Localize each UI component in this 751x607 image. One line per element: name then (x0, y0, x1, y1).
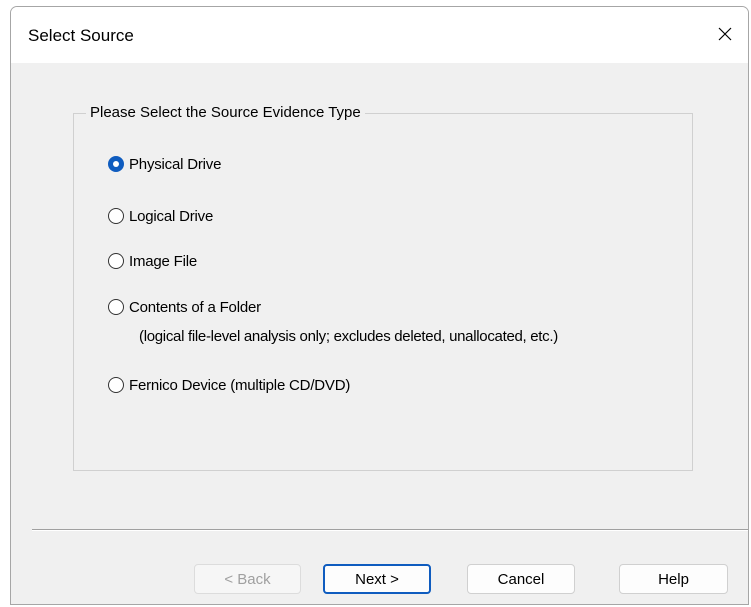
option-image-file-label: Image File (129, 252, 198, 270)
option-logical-drive-label: Logical Drive (129, 207, 214, 225)
radio-logical-drive[interactable] (108, 208, 124, 224)
title-bar: Select Source (11, 7, 748, 63)
cancel-button[interactable]: Cancel (467, 564, 575, 594)
option-image-file[interactable]: Image File (108, 250, 197, 272)
close-icon (718, 27, 732, 41)
select-source-dialog: Select Source Please Select the Source E… (10, 6, 749, 605)
option-physical-drive-label: Physical Drive (129, 155, 222, 173)
button-separator (32, 529, 748, 531)
dialog-title: Select Source (28, 26, 134, 45)
radio-image-file[interactable] (108, 253, 124, 269)
option-logical-drive[interactable]: Logical Drive (108, 205, 213, 227)
folder-option-note: (logical file-level analysis only; exclu… (139, 328, 558, 345)
help-button[interactable]: Help (619, 564, 728, 594)
radio-fernico-device[interactable] (108, 377, 124, 393)
close-button[interactable] (702, 7, 748, 61)
option-contents-of-folder[interactable]: Contents of a Folder (108, 296, 261, 318)
option-contents-of-folder-label: Contents of a Folder (129, 298, 261, 316)
next-button[interactable]: Next > (323, 564, 431, 594)
radio-physical-drive[interactable] (108, 156, 124, 172)
evidence-type-group-label: Please Select the Source Evidence Type (86, 104, 365, 121)
back-button[interactable]: < Back (194, 564, 301, 594)
option-physical-drive[interactable]: Physical Drive (108, 153, 221, 175)
radio-contents-of-folder[interactable] (108, 299, 124, 315)
option-fernico-device-label: Fernico Device (multiple CD/DVD) (129, 376, 351, 394)
option-fernico-device[interactable]: Fernico Device (multiple CD/DVD) (108, 374, 350, 396)
